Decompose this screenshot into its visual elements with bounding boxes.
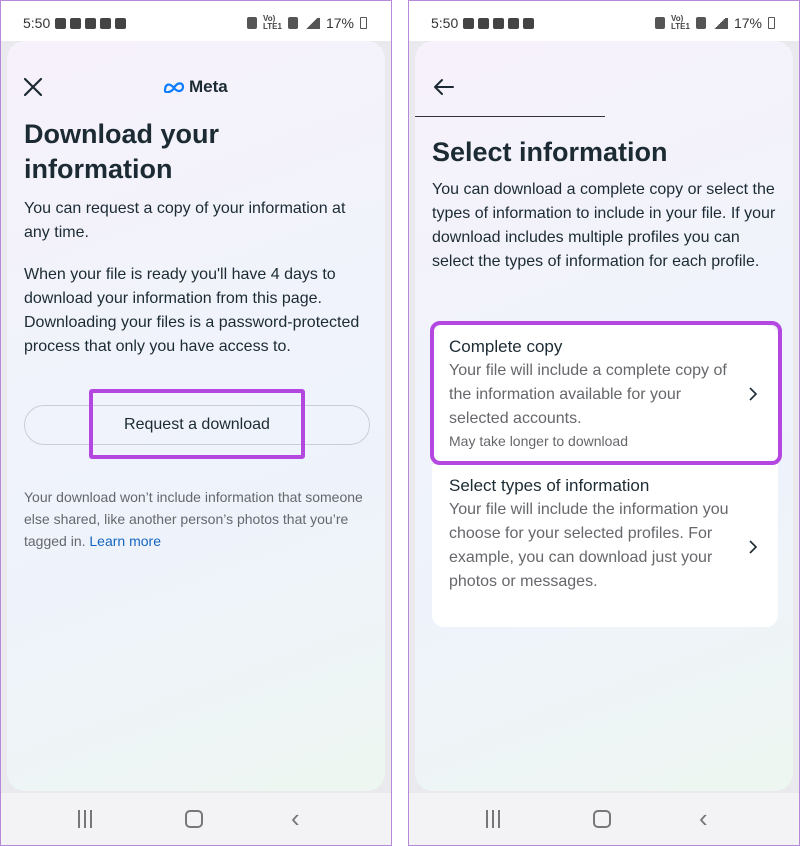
meta-logo-text: Meta <box>189 77 228 96</box>
signal-icon <box>303 17 320 29</box>
data-icon <box>287 17 298 29</box>
volte-indicator: Vo) LTE1 <box>671 14 690 31</box>
close-icon[interactable] <box>21 75 45 99</box>
details-paragraph: When your file is ready you'll have 4 da… <box>24 266 360 355</box>
select-info-sheet: Select information You can download a co… <box>415 41 793 791</box>
option-title: Select types of information <box>449 476 650 495</box>
status-time: 5:50 <box>23 15 51 31</box>
alarm-icon <box>247 17 257 29</box>
nav-recents-icon[interactable] <box>484 810 502 828</box>
data-icon <box>695 17 706 29</box>
disclaimer-text: Your download won’t include information … <box>24 486 370 552</box>
meta-logo: Meta <box>163 77 228 97</box>
learn-more-link[interactable]: Learn more <box>89 533 161 549</box>
battery-percent: 17% <box>325 15 354 31</box>
notification-icons <box>463 17 535 29</box>
status-right: Vo) LTE1 17% <box>247 15 367 31</box>
status-time: 5:50 <box>431 15 459 31</box>
status-bar: 5:50 Vo) LTE1 17% <box>409 1 799 41</box>
intro-paragraph: You can request a copy of your informati… <box>24 200 346 241</box>
option-select-types[interactable]: Select types of information Your file wi… <box>432 463 778 627</box>
system-nav-bar: ‹ <box>1 793 391 845</box>
status-right: Vo) LTE1 17% <box>655 15 775 31</box>
signal-icon <box>711 17 728 29</box>
download-info-sheet: Meta Download your information You can r… <box>7 41 385 791</box>
status-time-group: 5:50 <box>431 15 535 31</box>
status-time-group: 5:50 <box>23 15 127 31</box>
right-phone-screen: 5:50 Vo) LTE1 17% Select information You … <box>408 0 800 846</box>
alarm-icon <box>655 17 665 29</box>
intro-paragraph: You can download a complete copy or sele… <box>432 181 776 270</box>
battery-icon <box>360 17 367 29</box>
page-title: Select information <box>432 137 668 167</box>
chevron-right-icon <box>749 540 758 554</box>
meta-logo-icon <box>163 82 185 93</box>
nav-home-icon[interactable] <box>185 810 203 828</box>
disclaimer-body: Your download won’t include information … <box>24 489 363 549</box>
left-phone-screen: 5:50 Vo) LTE1 17% Meta Download your info… <box>0 0 392 846</box>
system-nav-bar: ‹ <box>409 793 799 845</box>
option-description: Your file will include the information y… <box>449 501 729 590</box>
header-divider <box>415 116 605 117</box>
nav-back-icon[interactable]: ‹ <box>699 805 708 831</box>
highlight-box <box>89 389 305 459</box>
battery-percent: 17% <box>733 15 762 31</box>
status-bar: 5:50 Vo) LTE1 17% <box>1 1 391 41</box>
notification-icons <box>55 17 127 29</box>
back-arrow-icon[interactable] <box>433 77 455 97</box>
nav-home-icon[interactable] <box>593 810 611 828</box>
nav-back-icon[interactable]: ‹ <box>291 805 300 831</box>
nav-recents-icon[interactable] <box>76 810 94 828</box>
page-title: Download your information <box>24 119 219 184</box>
highlight-box <box>430 321 782 465</box>
volte-indicator: Vo) LTE1 <box>263 14 282 31</box>
battery-icon <box>768 17 775 29</box>
